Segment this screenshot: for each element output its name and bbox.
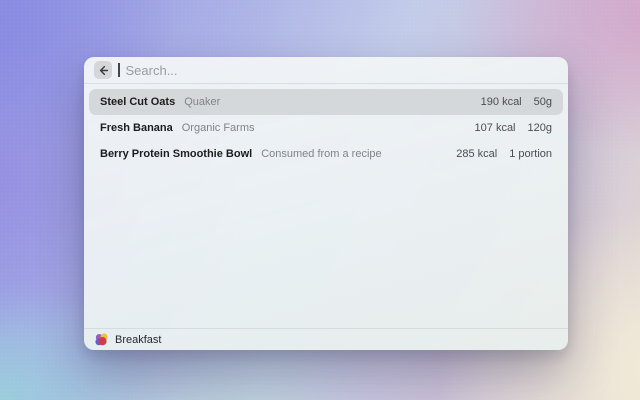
food-calories: 285 kcal [456,148,498,160]
food-result-row[interactable]: Berry Protein Smoothie Bowl Consumed fro… [89,141,563,167]
food-calories: 190 kcal [480,96,522,108]
text-cursor [118,63,120,77]
food-app-icon [95,333,108,346]
food-calories: 107 kcal [474,122,516,134]
search-bar [84,57,568,84]
food-name: Berry Protein Smoothie Bowl [100,148,253,160]
food-amount: 50g [533,96,552,108]
search-input[interactable] [125,62,558,78]
food-name: Steel Cut Oats [100,96,176,108]
food-brand: Quaker [184,96,221,108]
back-button[interactable] [94,61,112,79]
food-amount: 1 portion [509,148,552,160]
food-amount: 120g [527,122,552,134]
food-result-row[interactable]: Fresh Banana Organic Farms 107 kcal 120g [89,115,563,141]
food-metrics: 190 kcal 50g [481,96,552,108]
food-name: Fresh Banana [100,122,173,134]
food-result-row[interactable]: Steel Cut Oats Quaker 190 kcal 50g [89,89,563,115]
food-brand: Organic Farms [181,122,255,134]
food-search-window: Steel Cut Oats Quaker 190 kcal 50g Fresh… [84,57,568,350]
meal-context-footer: Breakfast [84,328,568,350]
search-results-list: Steel Cut Oats Quaker 190 kcal 50g Fresh… [84,84,568,172]
meal-label: Breakfast [115,333,162,346]
food-metrics: 107 kcal 120g [475,122,552,134]
food-brand: Consumed from a recipe [261,148,382,160]
food-metrics: 285 kcal 1 portion [456,148,552,160]
arrow-left-icon [98,65,109,76]
